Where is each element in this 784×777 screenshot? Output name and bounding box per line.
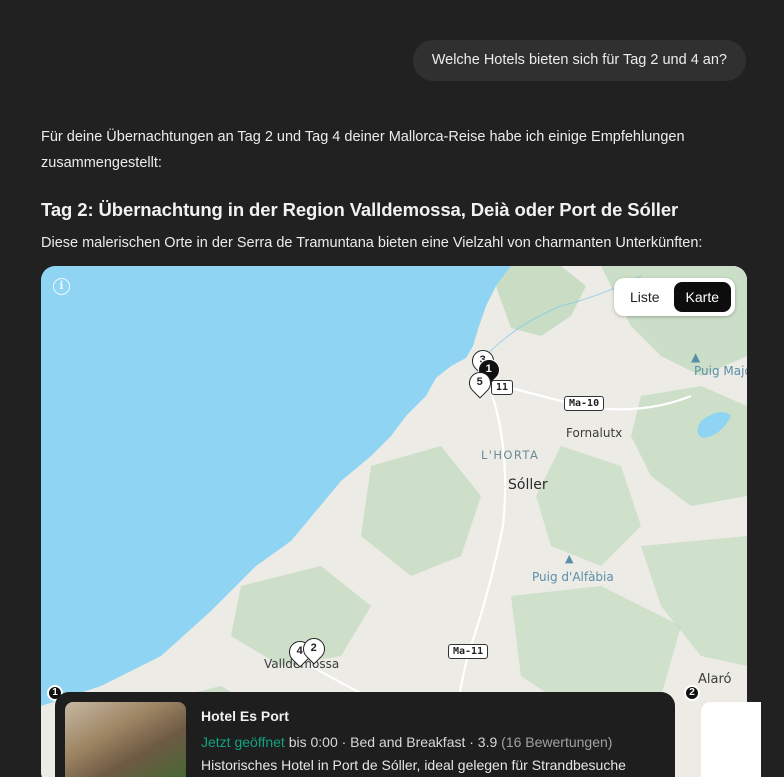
map-view-button[interactable]: Karte [673, 282, 731, 312]
place-fornalutx: Fornalutx [566, 426, 623, 440]
user-message: Welche Hotels bieten sich für Tag 2 und … [412, 40, 746, 81]
road-badge-ma10: Ma-10 [564, 396, 605, 411]
hotel-meta: Jetzt geöffnet bis 0:00 · Bed and Breakf… [201, 734, 612, 750]
hotel-title[interactable]: Hotel Es Port [201, 708, 289, 724]
hotel-card[interactable]: Hotel Es Port Jetzt geöffnet bis 0:00 · … [55, 692, 675, 777]
hotel-card-next[interactable] [701, 702, 761, 777]
place-puig-major: Puig Major [694, 364, 747, 378]
road-badge-ma11: Ma-11 [448, 644, 489, 659]
day2-heading: Tag 2: Übernachtung in der Region Vallde… [41, 199, 679, 220]
answer-intro: Für deine Übernachtungen an Tag 2 und Ta… [41, 129, 685, 171]
place-puig-alfabia: Puig d'Alfàbia [532, 570, 614, 584]
road-badge-ma11-top: 11 [491, 380, 514, 395]
open-status: Jetzt geöffnet [201, 734, 285, 750]
hotel-hours-type-rating: bis 0:00 · Bed and Breakfast · 3.9 [284, 734, 502, 750]
day2-description: Diese malerischen Orte in der Serra de T… [41, 235, 703, 251]
list-view-button[interactable]: Liste [618, 282, 672, 312]
hotel-description: Historisches Hotel in Port de Sóller, id… [201, 757, 626, 773]
peak-icon: ▲ [565, 552, 574, 565]
review-count: (16 Bewertungen) [501, 734, 613, 750]
place-lhorta: L'HORTA [481, 448, 540, 462]
assistant-answer: Für deine Übernachtungen an Tag 2 und Ta… [41, 124, 747, 254]
place-alaro: Alaró [698, 672, 732, 687]
place-soller: Sóller [508, 477, 548, 493]
hotel-photo [65, 702, 186, 777]
peak-icon: ▲ [691, 350, 701, 364]
card-number-badge: 2 [684, 685, 700, 701]
view-toggle: Liste Karte [613, 278, 735, 316]
info-icon[interactable]: i [53, 278, 70, 295]
